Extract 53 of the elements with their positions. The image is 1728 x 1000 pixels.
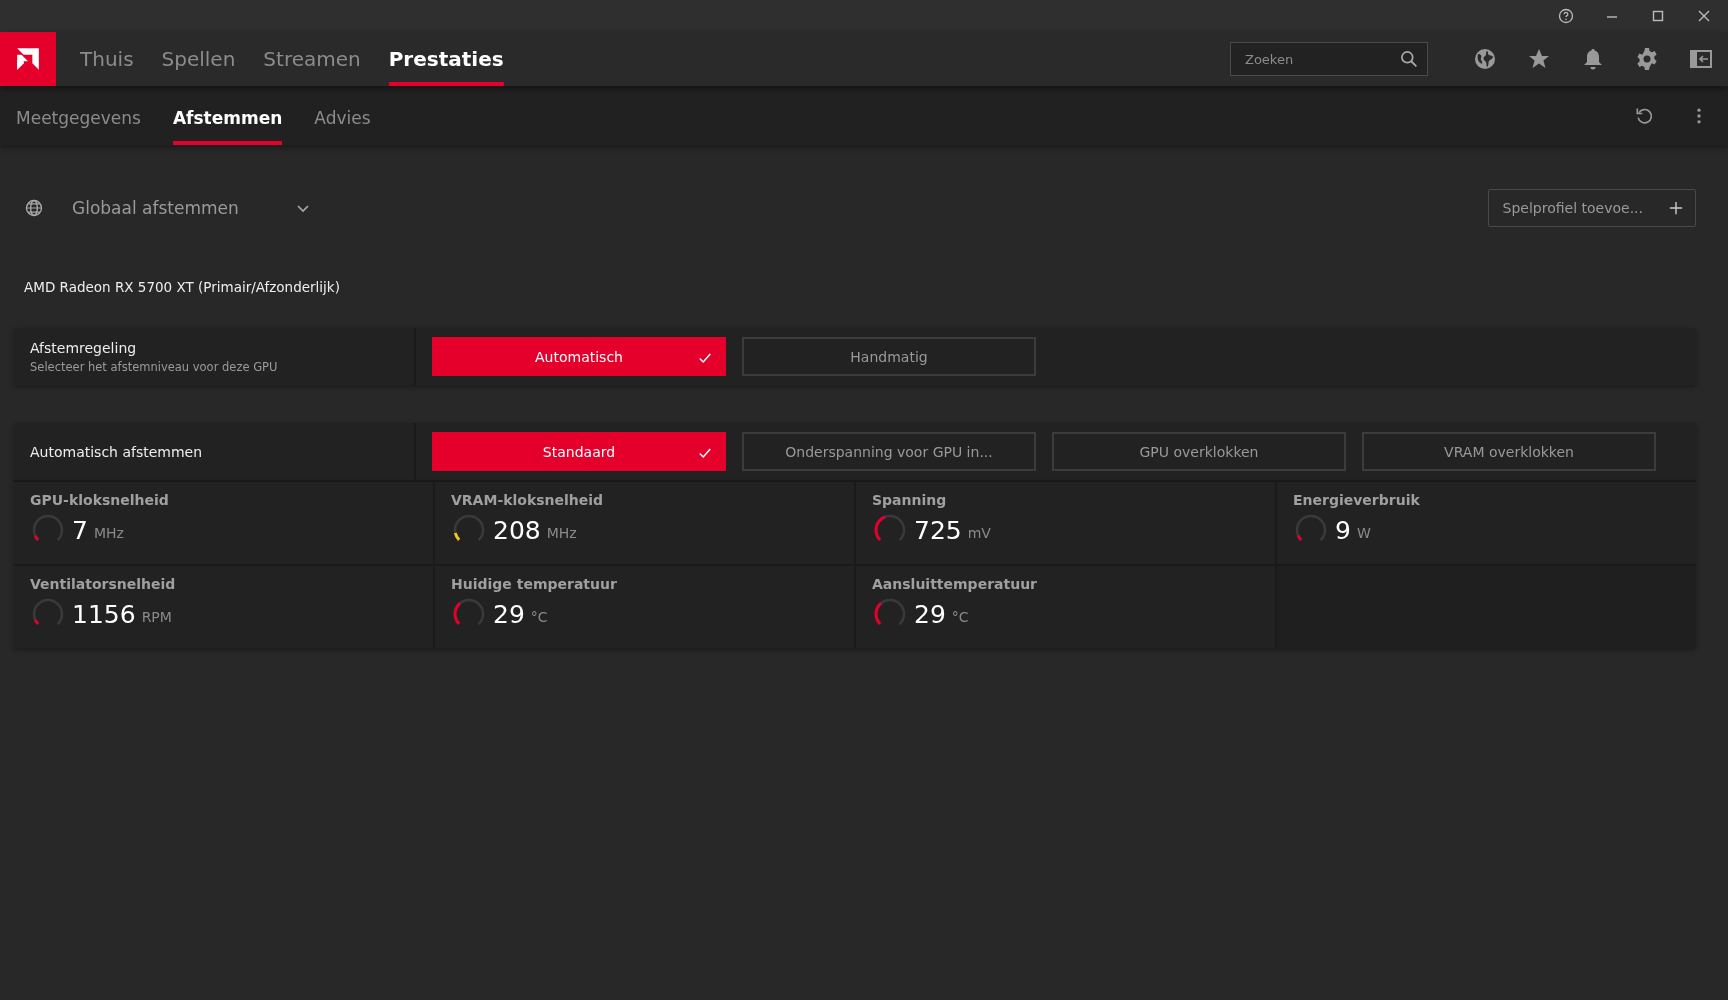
profile-dropdown[interactable]: Globaal afstemmen bbox=[66, 196, 317, 219]
option-button[interactable]: Onderspanning voor GPU in... bbox=[742, 432, 1036, 471]
option-button[interactable]: Automatisch bbox=[432, 337, 726, 376]
sub-tab[interactable]: Advies bbox=[314, 86, 371, 145]
option-button[interactable]: Handmatig bbox=[742, 337, 1036, 376]
maximize-icon[interactable] bbox=[1650, 8, 1666, 24]
metric-value: 208 bbox=[493, 515, 541, 545]
check-icon bbox=[698, 351, 712, 365]
close-icon[interactable] bbox=[1696, 8, 1712, 24]
setting-title: Afstemregeling bbox=[30, 339, 138, 356]
nav-tab[interactable]: Streamen bbox=[263, 32, 361, 86]
sub-tab[interactable]: Meetgegevens bbox=[16, 86, 141, 145]
option-button[interactable]: VRAM overklokken bbox=[1362, 432, 1656, 471]
globe-icon bbox=[24, 197, 44, 218]
metric-label: Energieverbruik bbox=[1293, 492, 1421, 508]
metric-unit: mV bbox=[967, 525, 991, 541]
metric-value: 29 bbox=[493, 599, 525, 629]
metric-label: Huidige temperatuur bbox=[451, 576, 618, 592]
metric-label: VRAM-kloksnelheid bbox=[451, 492, 605, 508]
plus-icon bbox=[1669, 200, 1683, 215]
metric-value: 29 bbox=[914, 599, 946, 629]
logo-icon bbox=[15, 46, 41, 72]
sidebar-panel-icon[interactable] bbox=[1689, 47, 1713, 71]
metric-unit: °C bbox=[951, 609, 969, 625]
nav-tab[interactable]: Spellen bbox=[161, 32, 236, 86]
nav-tab[interactable]: Thuis bbox=[80, 32, 134, 86]
setting-title: Automatisch afstemmen bbox=[30, 443, 204, 460]
help-icon[interactable] bbox=[1558, 8, 1574, 24]
metric-unit: MHz bbox=[93, 525, 124, 541]
search-icon bbox=[1400, 50, 1418, 68]
metric-unit: W bbox=[1356, 525, 1371, 541]
metric-unit: °C bbox=[530, 609, 548, 625]
metric-value: 9 bbox=[1335, 515, 1351, 545]
check-icon bbox=[698, 446, 712, 460]
option-button[interactable]: GPU overklokken bbox=[1052, 432, 1346, 471]
metric-value: 1156 bbox=[72, 599, 136, 629]
sub-tab[interactable]: Afstemmen bbox=[172, 86, 283, 145]
logo-tile[interactable] bbox=[0, 32, 56, 86]
add-game-profile-button[interactable]: Spelprofiel toevoe... bbox=[1487, 188, 1696, 227]
metric-unit: MHz bbox=[546, 525, 577, 541]
search-field[interactable]: Zoeken bbox=[1230, 42, 1428, 76]
metric-label: Ventilatorsnelheid bbox=[30, 576, 177, 592]
gpu-name: AMD Radeon RX 5700 XT (Primair/Afzonderlijk) bbox=[23, 278, 341, 297]
option-button[interactable]: Standaard bbox=[432, 432, 726, 471]
metric-value: 7 bbox=[72, 515, 88, 545]
setting-description: Selecteer het afstemniveau voor deze GPU bbox=[30, 359, 279, 374]
metric-label: GPU-kloksnelheid bbox=[30, 492, 170, 508]
metric-label: Spanning bbox=[872, 492, 948, 508]
metric-label: Aansluittemperatuur bbox=[872, 576, 1038, 592]
settings-icon[interactable] bbox=[1635, 47, 1659, 71]
metric-unit: RPM bbox=[141, 609, 172, 625]
globe-icon[interactable] bbox=[1473, 47, 1497, 71]
metric-value: 725 bbox=[914, 515, 962, 545]
